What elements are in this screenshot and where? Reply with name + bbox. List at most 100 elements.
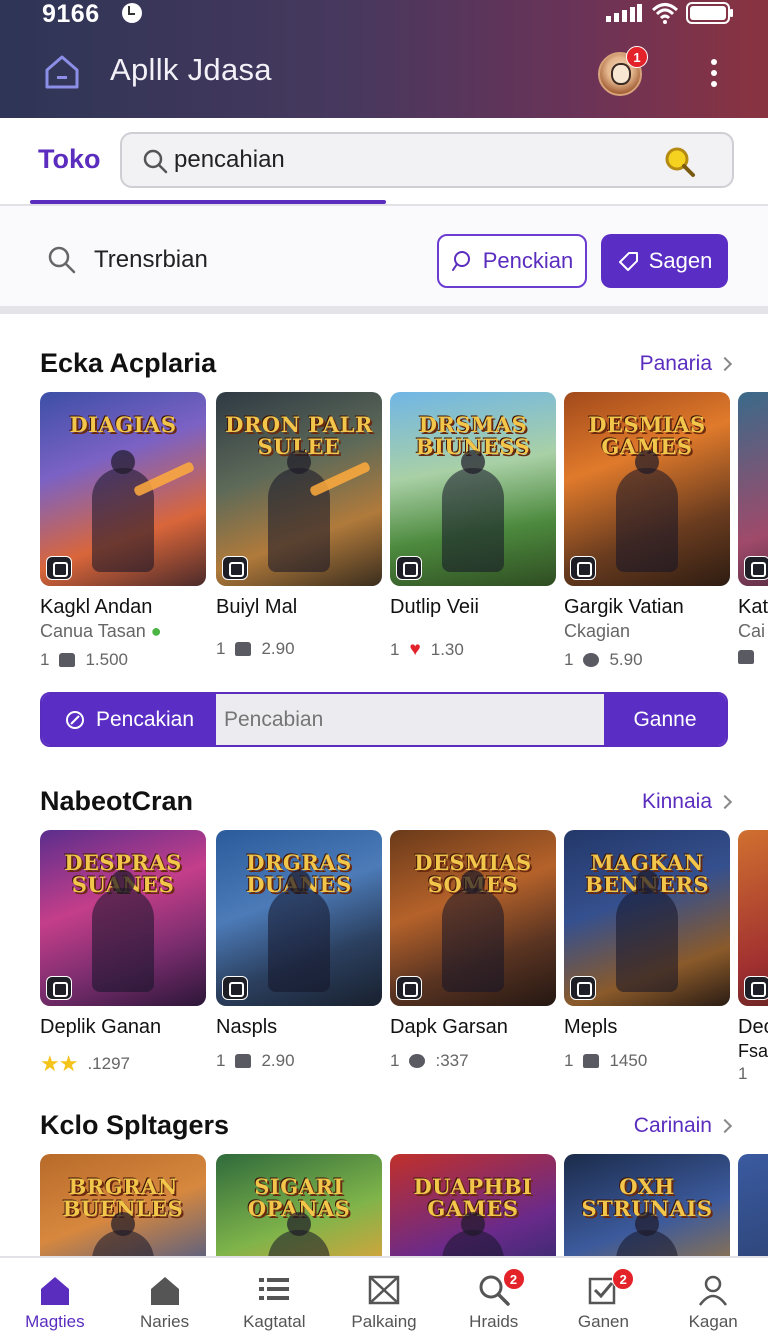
app-thumbnail: DIAGIAS [40, 392, 206, 586]
profile-icon [699, 1275, 728, 1306]
app-thumbnail [738, 830, 768, 1006]
app-name: Dutlip Veii [390, 596, 479, 618]
meta-value: 2.90 [261, 639, 295, 658]
meta-value: 1.30 [430, 640, 464, 659]
app-card[interactable]: BRGRAN BUENLES [40, 1154, 206, 1256]
app-card[interactable]: DUAPHBI GAMES [390, 1154, 556, 1256]
nav-item-magties[interactable]: Magties [0, 1258, 110, 1344]
download-icon [59, 653, 76, 667]
sagen-button[interactable]: Sagen [601, 234, 728, 288]
status-time: 9166 [42, 0, 100, 28]
strip-search-input[interactable] [224, 704, 594, 736]
hero-figure [268, 1212, 330, 1256]
meta-value: :337 [435, 1051, 469, 1070]
section-title: NabeotCran [40, 786, 194, 816]
meta-count: 1 [564, 1051, 574, 1070]
hero-figure [268, 870, 330, 992]
sagen-button-label: Sagen [648, 248, 713, 273]
app-card[interactable]: DESMIAS SOMES Dapk Garsan 1 :337 [390, 830, 556, 1071]
star-rating-icon: ★★ [40, 1051, 78, 1076]
battery-icon [686, 2, 733, 24]
app-card[interactable]: OXH STRUNAIS [564, 1154, 730, 1256]
signal-icon [606, 4, 642, 22]
rating-icon [409, 1054, 426, 1068]
hero-figure [616, 870, 678, 992]
app-card[interactable]: DESPRAS SUANES Deplik Ganan ★★ .1297 [40, 830, 206, 1077]
penckian-button[interactable]: Penckian [437, 234, 587, 288]
app-card[interactable]: DIAGIAS Kagkl Andan Canua Tasan ● 1 1.50… [40, 392, 206, 670]
app-card[interactable]: DRGRAS DUANES Naspls 1 2.90 [216, 830, 382, 1071]
app-card[interactable]: Dec Fsa 1 [738, 830, 768, 1084]
section-link-label: Panaria [639, 352, 712, 375]
hero-figure [442, 450, 504, 572]
search-submit-icon[interactable] [662, 144, 698, 180]
app-name: Mepls [564, 1016, 618, 1038]
tab-toko[interactable]: Toko [38, 144, 101, 175]
heart-icon: ♥ [409, 639, 421, 660]
app-card[interactable]: DRSMAS BIUNESS Dutlip Veii 1 ♥ 1.30 [390, 392, 556, 661]
store-badge-icon [222, 556, 248, 580]
app-developer: Canua Tasan ● [40, 621, 162, 641]
search-input[interactable] [174, 144, 644, 176]
app-card[interactable] [738, 1154, 768, 1256]
section-link[interactable]: Panaria [639, 352, 733, 376]
app-thumbnail: DESMIAS SOMES [390, 830, 556, 1006]
store-badge-icon [744, 556, 768, 580]
section-title: Kclo Spltagers [40, 1110, 230, 1140]
chevron-right-icon [717, 794, 733, 810]
app-thumbnail: DRGRAS DUANES [216, 830, 382, 1006]
meta-value: 5.90 [609, 650, 643, 669]
nav-item-kagtatal[interactable]: Kagtatal [219, 1258, 329, 1344]
nav-item-hraids[interactable]: 2 Hraids [439, 1258, 549, 1344]
meta-value: 1.500 [85, 650, 129, 669]
app-thumbnail: SIGARI OPANAS [216, 1154, 382, 1256]
app-name: Kat [738, 596, 768, 618]
app-meta: 1 ♥ 1.30 [390, 639, 556, 661]
app-title: Apllk Jdasa [110, 52, 272, 87]
hero-figure [442, 870, 504, 992]
nav-item-palkaing[interactable]: Palkaing [329, 1258, 439, 1344]
meta-value: 1450 [609, 1051, 648, 1070]
notification-badge: 1 [626, 46, 648, 68]
app-thumbnail: OXH STRUNAIS [564, 1154, 730, 1256]
app-card[interactable]: DESMIAS GAMES Gargik Vatian Ckagian 1 5.… [564, 392, 730, 670]
nav-item-naries[interactable]: Naries [110, 1258, 220, 1344]
app-card[interactable]: MAGKAN BENNERS Mepls 1 1450 [564, 830, 730, 1071]
app-meta: 1 1450 [564, 1051, 730, 1071]
app-card[interactable]: Kat Cai [738, 392, 768, 664]
nav-label: Kagtatal [243, 1312, 306, 1331]
hero-figure [92, 1212, 154, 1256]
ganne-button[interactable]: Ganne [604, 694, 726, 745]
search-box[interactable] [120, 132, 734, 188]
app-thumbnail: MAGKAN BENNERS [564, 830, 730, 1006]
app-name: Gargik Vatian [564, 596, 684, 618]
pencakian-button[interactable]: Pencakian [42, 694, 216, 745]
app-card[interactable]: DRON PALR SULEE Buiyl Mal 1 2.90 [216, 392, 382, 659]
download-icon [235, 642, 252, 656]
wifi-icon [652, 3, 678, 24]
thumbnail-title: DIAGIAS [69, 412, 177, 437]
app-meta: 1 [738, 1064, 768, 1084]
tag-icon [618, 252, 638, 271]
section-link[interactable]: Carinain [634, 1114, 733, 1138]
app-meta: 1 2.90 [216, 1051, 382, 1071]
app-thumbnail: DUAPHBI GAMES [390, 1154, 556, 1256]
store-badge-icon [46, 976, 72, 1000]
chevron-right-icon [717, 1118, 733, 1134]
nav-item-kagan[interactable]: Kagan [658, 1258, 768, 1344]
app-developer: Ckagian [564, 621, 631, 641]
meta-count: 1 [216, 1051, 226, 1070]
search-icon [143, 149, 168, 174]
box-icon [368, 1275, 400, 1305]
download-icon [235, 1054, 252, 1068]
app-meta: 1 5.90 [564, 650, 730, 670]
nav-item-ganen[interactable]: 2 Ganen [549, 1258, 659, 1344]
meta-count: 1 [390, 1051, 400, 1070]
app-card[interactable]: SIGARI OPANAS [216, 1154, 382, 1256]
active-tab-indicator [30, 200, 386, 204]
app-name: Dec [738, 1016, 768, 1038]
home-icon[interactable] [42, 51, 82, 91]
more-options-icon[interactable] [700, 56, 728, 92]
app-thumbnail [738, 1154, 768, 1256]
section-link[interactable]: Kinnaia [642, 790, 733, 814]
